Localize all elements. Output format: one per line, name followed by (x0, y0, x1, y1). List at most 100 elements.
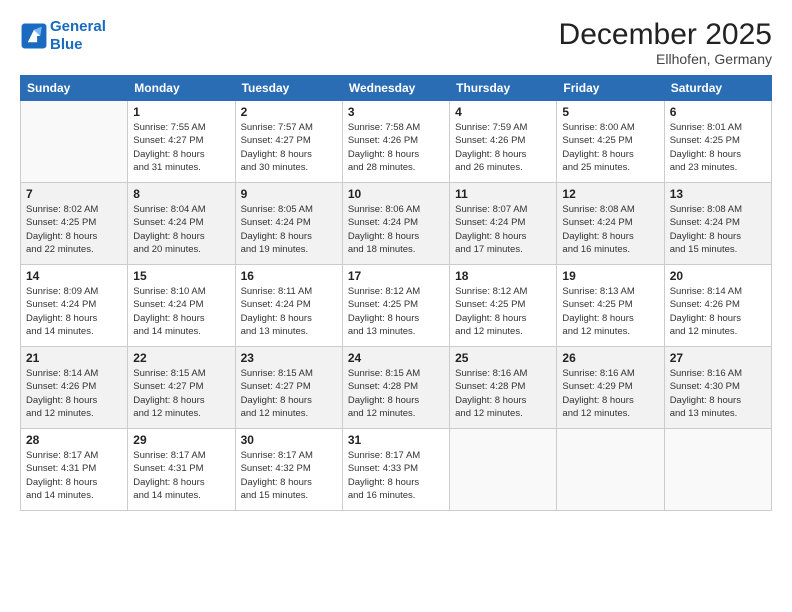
day-number: 8 (133, 187, 229, 201)
day-info: Sunrise: 8:07 AMSunset: 4:24 PMDaylight:… (455, 203, 551, 256)
day-number: 5 (562, 105, 658, 119)
table-row: 14 Sunrise: 8:09 AMSunset: 4:24 PMDayligh… (21, 265, 128, 347)
day-info: Sunrise: 8:16 AMSunset: 4:30 PMDaylight:… (670, 367, 766, 420)
table-row: 11Sunrise: 8:07 AMSunset: 4:24 PMDayligh… (450, 183, 557, 265)
table-row: 29Sunrise: 8:17 AMSunset: 4:31 PMDayligh… (128, 429, 235, 511)
table-row: 26 Sunrise: 8:16 AMSunset: 4:29 PMDayligh… (557, 347, 664, 429)
calendar-subtitle: Ellhofen, Germany (559, 51, 772, 67)
day-info: Sunrise: 8:17 AMSunset: 4:32 PMDaylight:… (241, 449, 337, 502)
calendar-week-row: 28Sunrise: 8:17 AMSunset: 4:31 PMDayligh… (21, 429, 772, 511)
day-info: Sunrise: 8:14 AMSunset: 4:26 PMDaylight:… (26, 367, 122, 420)
header-monday: Monday (128, 76, 235, 101)
header-friday: Friday (557, 76, 664, 101)
table-row: 20Sunrise: 8:14 AMSunset: 4:26 PMDayligh… (664, 265, 771, 347)
table-row (21, 101, 128, 183)
day-info: Sunrise: 8:02 AMSunset: 4:25 PMDaylight:… (26, 203, 122, 256)
day-number: 26 (562, 351, 658, 365)
table-row: 19 Sunrise: 8:13 AMSunset: 4:25 PMDayligh… (557, 265, 664, 347)
day-number: 27 (670, 351, 766, 365)
day-info: Sunrise: 8:17 AMSunset: 4:33 PMDaylight:… (348, 449, 444, 502)
day-info: Sunrise: 8:04 AMSunset: 4:24 PMDaylight:… (133, 203, 229, 256)
table-row: 21 Sunrise: 8:14 AMSunset: 4:26 PMDayligh… (21, 347, 128, 429)
weekday-header-row: Sunday Monday Tuesday Wednesday Thursday… (21, 76, 772, 101)
day-info: Sunrise: 8:12 AMSunset: 4:25 PMDaylight:… (348, 285, 444, 338)
table-row: 13 Sunrise: 8:08 AMSunset: 4:24 PMDayligh… (664, 183, 771, 265)
calendar-title: December 2025 (559, 18, 772, 51)
header-thursday: Thursday (450, 76, 557, 101)
day-number: 17 (348, 269, 444, 283)
table-row: 12 Sunrise: 8:08 AMSunset: 4:24 PMDayligh… (557, 183, 664, 265)
day-info: Sunrise: 8:15 AMSunset: 4:28 PMDaylight:… (348, 367, 444, 420)
table-row: 5 Sunrise: 8:00 AMSunset: 4:25 PMDaylight… (557, 101, 664, 183)
table-row: 3 Sunrise: 7:58 AMSunset: 4:26 PMDaylight… (342, 101, 449, 183)
calendar-week-row: 14 Sunrise: 8:09 AMSunset: 4:24 PMDayligh… (21, 265, 772, 347)
day-number: 22 (133, 351, 229, 365)
day-number: 9 (241, 187, 337, 201)
page: General Blue December 2025 Ellhofen, Ger… (0, 0, 792, 612)
table-row: 2 Sunrise: 7:57 AMSunset: 4:27 PMDaylight… (235, 101, 342, 183)
day-number: 30 (241, 433, 337, 447)
day-number: 2 (241, 105, 337, 119)
calendar-table: Sunday Monday Tuesday Wednesday Thursday… (20, 75, 772, 511)
day-info: Sunrise: 8:00 AMSunset: 4:25 PMDaylight:… (562, 121, 658, 174)
day-number: 25 (455, 351, 551, 365)
table-row: 30 Sunrise: 8:17 AMSunset: 4:32 PMDayligh… (235, 429, 342, 511)
day-info: Sunrise: 8:05 AMSunset: 4:24 PMDaylight:… (241, 203, 337, 256)
day-number: 10 (348, 187, 444, 201)
day-number: 6 (670, 105, 766, 119)
day-info: Sunrise: 8:08 AMSunset: 4:24 PMDaylight:… (670, 203, 766, 256)
table-row: 1 Sunrise: 7:55 AMSunset: 4:27 PMDaylight… (128, 101, 235, 183)
day-info: Sunrise: 7:58 AMSunset: 4:26 PMDaylight:… (348, 121, 444, 174)
calendar-week-row: 1 Sunrise: 7:55 AMSunset: 4:27 PMDaylight… (21, 101, 772, 183)
table-row: 6 Sunrise: 8:01 AMSunset: 4:25 PMDaylight… (664, 101, 771, 183)
day-info: Sunrise: 7:59 AMSunset: 4:26 PMDaylight:… (455, 121, 551, 174)
day-info: Sunrise: 8:06 AMSunset: 4:24 PMDaylight:… (348, 203, 444, 256)
day-number: 12 (562, 187, 658, 201)
day-number: 1 (133, 105, 229, 119)
header-sunday: Sunday (21, 76, 128, 101)
logo: General Blue (20, 18, 106, 54)
day-number: 15 (133, 269, 229, 283)
day-info: Sunrise: 8:15 AMSunset: 4:27 PMDaylight:… (133, 367, 229, 420)
day-number: 31 (348, 433, 444, 447)
day-info: Sunrise: 8:09 AMSunset: 4:24 PMDaylight:… (26, 285, 122, 338)
table-row: 9 Sunrise: 8:05 AMSunset: 4:24 PMDaylight… (235, 183, 342, 265)
day-info: Sunrise: 8:08 AMSunset: 4:24 PMDaylight:… (562, 203, 658, 256)
day-number: 3 (348, 105, 444, 119)
calendar-week-row: 21 Sunrise: 8:14 AMSunset: 4:26 PMDayligh… (21, 347, 772, 429)
table-row: 10 Sunrise: 8:06 AMSunset: 4:24 PMDayligh… (342, 183, 449, 265)
day-number: 14 (26, 269, 122, 283)
table-row: 4 Sunrise: 7:59 AMSunset: 4:26 PMDaylight… (450, 101, 557, 183)
table-row: 17 Sunrise: 8:12 AMSunset: 4:25 PMDayligh… (342, 265, 449, 347)
table-row: 27 Sunrise: 8:16 AMSunset: 4:30 PMDayligh… (664, 347, 771, 429)
day-info: Sunrise: 8:16 AMSunset: 4:29 PMDaylight:… (562, 367, 658, 420)
logo-line2: Blue (50, 36, 83, 53)
day-info: Sunrise: 8:10 AMSunset: 4:24 PMDaylight:… (133, 285, 229, 338)
table-row: 23Sunrise: 8:15 AMSunset: 4:27 PMDayligh… (235, 347, 342, 429)
table-row: 25Sunrise: 8:16 AMSunset: 4:28 PMDayligh… (450, 347, 557, 429)
header: General Blue December 2025 Ellhofen, Ger… (20, 18, 772, 67)
table-row: 16Sunrise: 8:11 AMSunset: 4:24 PMDayligh… (235, 265, 342, 347)
table-row (664, 429, 771, 511)
logo-line1: General (50, 18, 106, 35)
logo-icon (20, 22, 48, 50)
header-saturday: Saturday (664, 76, 771, 101)
day-number: 21 (26, 351, 122, 365)
table-row (557, 429, 664, 511)
day-info: Sunrise: 7:57 AMSunset: 4:27 PMDaylight:… (241, 121, 337, 174)
day-info: Sunrise: 8:12 AMSunset: 4:25 PMDaylight:… (455, 285, 551, 338)
day-number: 4 (455, 105, 551, 119)
day-info: Sunrise: 8:01 AMSunset: 4:25 PMDaylight:… (670, 121, 766, 174)
day-info: Sunrise: 8:17 AMSunset: 4:31 PMDaylight:… (133, 449, 229, 502)
logo-text: General Blue (50, 18, 106, 54)
day-number: 13 (670, 187, 766, 201)
day-info: Sunrise: 8:13 AMSunset: 4:25 PMDaylight:… (562, 285, 658, 338)
day-number: 24 (348, 351, 444, 365)
header-tuesday: Tuesday (235, 76, 342, 101)
table-row (450, 429, 557, 511)
day-info: Sunrise: 8:17 AMSunset: 4:31 PMDaylight:… (26, 449, 122, 502)
day-info: Sunrise: 7:55 AMSunset: 4:27 PMDaylight:… (133, 121, 229, 174)
day-number: 16 (241, 269, 337, 283)
day-number: 23 (241, 351, 337, 365)
day-number: 19 (562, 269, 658, 283)
